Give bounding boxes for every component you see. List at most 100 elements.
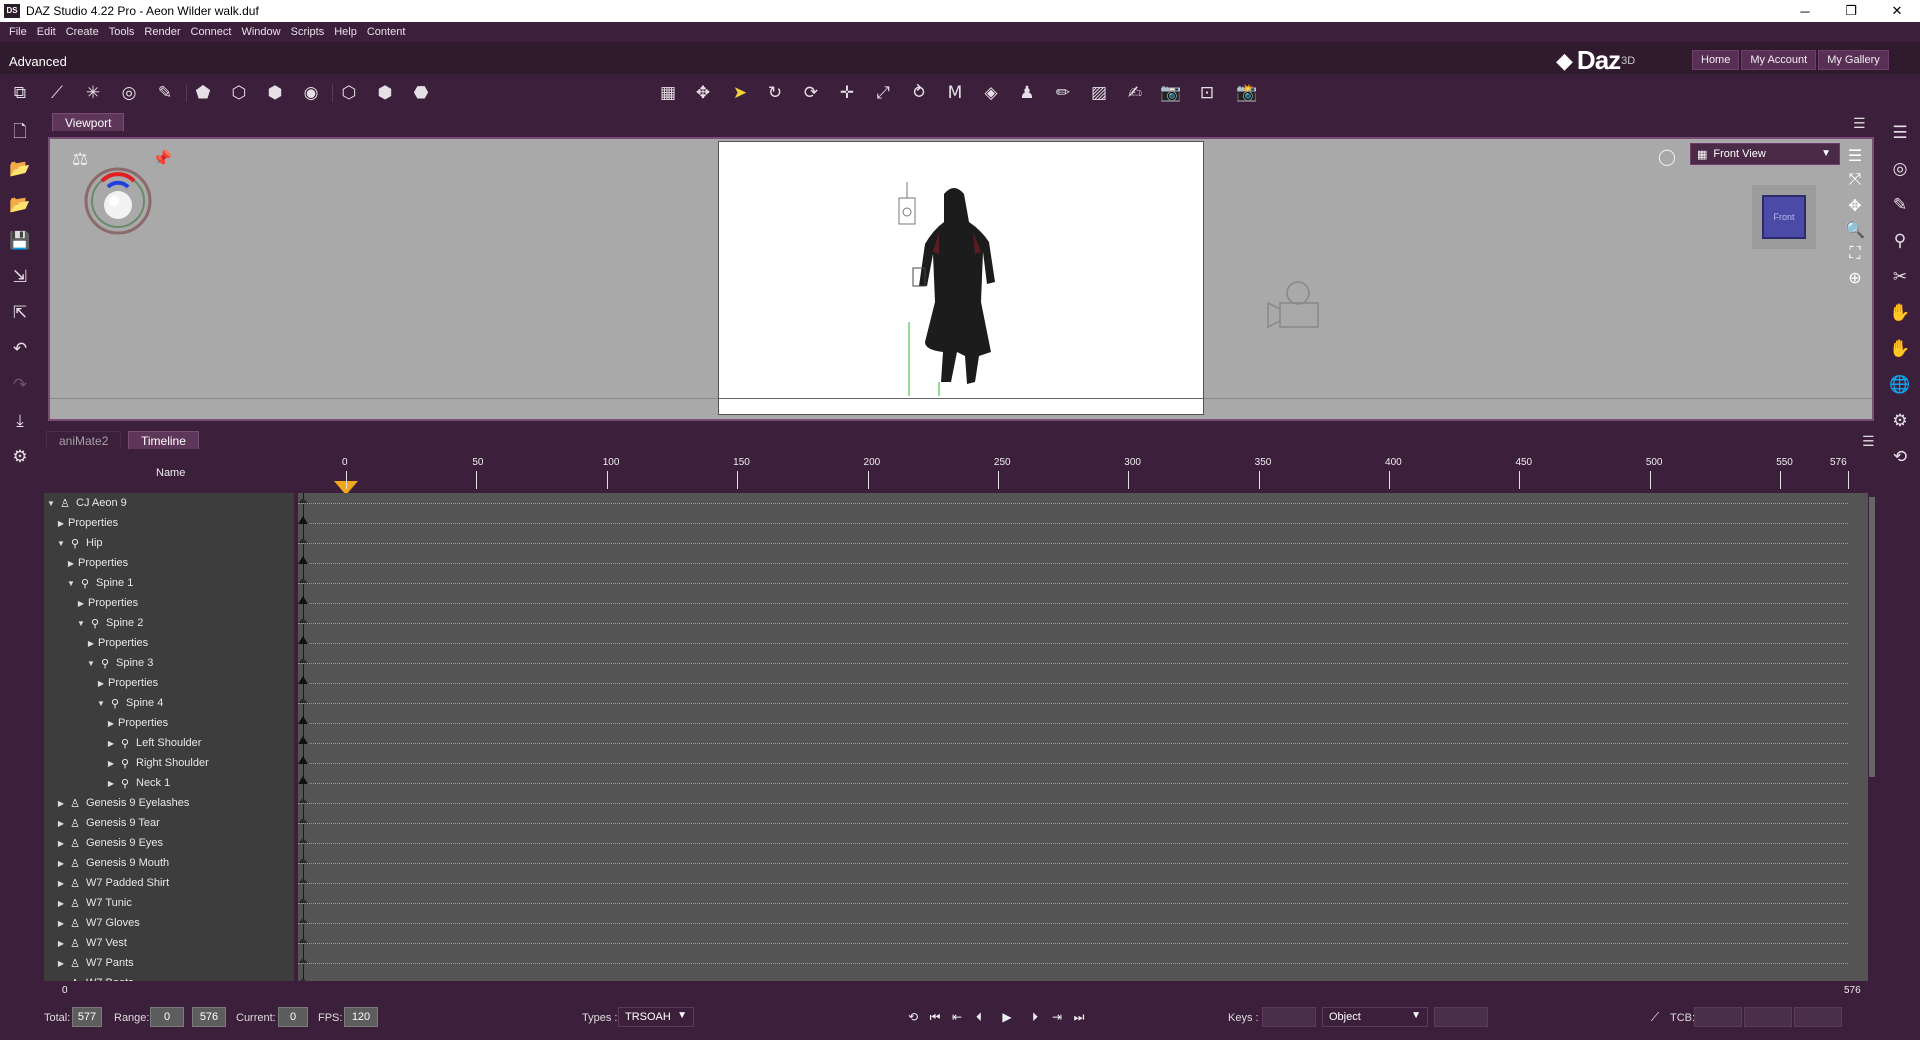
keyframe-marker[interactable] [298,618,308,623]
viewport-options-icon[interactable]: ☰ [1844,145,1866,167]
node-weight-map-icon[interactable]: ✳ [80,82,106,104]
tree-row[interactable]: ▶ Properties [44,713,168,733]
pane-list-icon[interactable]: ☰ [1887,120,1913,146]
keyframe-marker[interactable] [298,596,308,604]
universal-tool-icon[interactable]: ✥ [690,82,716,104]
current-frame-field[interactable]: 0 [278,1007,308,1027]
tree-row[interactable]: ▶ ♙ W7 Padded Shirt [44,873,169,893]
close-button[interactable]: ✕ [1874,0,1920,22]
shaping-pane-icon[interactable]: ✂ [1887,264,1913,290]
transform-geometry-icon[interactable]: ⬢ [262,82,288,104]
figure-morph-icon[interactable]: Ⅿ [942,82,968,104]
keyframe-marker[interactable] [298,498,308,503]
keyframe-marker[interactable] [298,798,308,803]
tree-row[interactable]: ▶ ⚲ Right Shoulder [44,753,209,773]
key-remove-button[interactable] [1434,1007,1488,1027]
menu-render[interactable]: Render [139,26,185,38]
tree-row[interactable]: ▶ ⚲ Neck 1 [44,773,170,793]
tree-row[interactable]: ▶ ♙ Genesis 9 Mouth [44,853,169,873]
keyframe-marker[interactable] [298,756,308,764]
translate-tool-icon[interactable]: ✛ [834,82,860,104]
zoom-tool-icon[interactable]: 🔍 [1844,219,1866,241]
expand-arrow-closed-icon[interactable]: ▶ [106,739,116,748]
keyframe-marker[interactable] [298,978,308,981]
export-icon[interactable]: ⇱ [7,300,33,326]
tree-row[interactable]: ▶♙ W7 Boots [44,973,134,981]
expand-arrow-closed-icon[interactable]: ▶ [66,559,76,568]
expand-arrow-open-icon[interactable]: ▼ [56,539,66,548]
timeline-range-scrollbar[interactable]: 0 576 [44,983,1876,999]
tree-row[interactable]: ▼ ⚲ Spine 2 [44,613,143,633]
expand-arrow-closed-icon[interactable]: ▶ [56,799,66,808]
menu-tools[interactable]: Tools [104,26,140,38]
expand-arrow-closed-icon[interactable]: ▶ [56,859,66,868]
pose-tool-icon[interactable]: ✎ [152,82,178,104]
expand-arrow-open-icon[interactable]: ▼ [96,699,106,708]
node-selection-icon[interactable]: ➤ [727,82,753,104]
keyframe-marker[interactable] [298,938,308,943]
region-navigator-icon[interactable]: ⬣ [408,82,434,104]
fps-field[interactable]: 120 [344,1007,378,1027]
measure-tool-icon[interactable]: ⊡ [1194,82,1220,104]
home-button[interactable]: Home [1692,50,1740,70]
geometry-editor-icon[interactable]: ⬟ [190,82,216,104]
my-gallery-button[interactable]: My Gallery [1818,50,1889,70]
expand-arrow-closed-icon[interactable]: ▶ [86,639,96,648]
scene-identification-icon[interactable]: ⧉ [7,82,33,104]
menu-file[interactable]: File [4,26,32,38]
keyframe-marker[interactable] [298,636,308,644]
rotate-tool-icon[interactable]: ↻ [762,82,788,104]
view-cube[interactable]: Front [1752,185,1816,249]
menu-help[interactable]: Help [329,26,362,38]
tree-row[interactable]: ▶ ⚲ Left Shoulder [44,733,202,753]
target-icon[interactable]: ◎ [1887,156,1913,182]
zoom-view-icon[interactable]: ◯ [1658,147,1676,167]
keyframe-marker[interactable] [298,878,308,883]
expand-arrow-closed-icon[interactable]: ▶ [56,919,66,928]
expand-arrow-closed-icon[interactable]: ▶ [96,679,106,688]
tree-row[interactable]: ▼ ♙ CJ Aeon 9 [44,493,127,513]
step-forward-icon[interactable]: ⏵ [1026,1008,1044,1026]
tree-row[interactable]: ▶ ♙ Genesis 9 Tear [44,813,160,833]
expand-arrow-closed-icon[interactable]: ▶ [56,819,66,828]
import-icon[interactable]: ⇲ [7,264,33,290]
expand-arrow-closed-icon[interactable]: ▶ [56,879,66,888]
active-pose-icon[interactable]: ◎ [116,82,142,104]
range-start-field[interactable]: 0 [150,1007,184,1027]
menu-content[interactable]: Content [362,26,411,38]
menu-create[interactable]: Create [61,26,104,38]
save-icon[interactable]: 💾 [7,228,33,254]
keyframe-marker[interactable] [298,776,308,784]
keyframe-marker[interactable] [298,698,308,703]
timeline-vertical-scrollbar[interactable] [1868,493,1876,981]
total-frames-field[interactable]: 577 [72,1007,102,1027]
expand-arrow-closed-icon[interactable]: ▶ [106,759,116,768]
scrollbar-thumb[interactable] [1869,497,1875,777]
tree-row[interactable]: ▼ ⚲ Spine 4 [44,693,163,713]
hand-pane-icon[interactable]: ✋ [1887,336,1913,362]
keyframe-marker[interactable] [298,918,308,923]
tree-row[interactable]: ▶ ♙ Genesis 9 Eyelashes [44,793,189,813]
new-scene-icon[interactable]: 🗋 [7,120,33,146]
polygon-group-icon[interactable]: ◉ [298,82,324,104]
aux-rotate-gizmo-icon[interactable] [80,163,156,239]
keyframe-marker[interactable] [298,736,308,744]
tree-row[interactable]: ▶ Properties [44,633,148,653]
keyframe-marker[interactable] [298,716,308,724]
step-back-icon[interactable]: ⏴ [970,1008,988,1026]
tree-row[interactable]: ▶ ♙ W7 Vest [44,933,127,953]
spot-render-icon[interactable]: ⬡ [336,82,362,104]
expand-arrow-open-icon[interactable]: ▼ [46,499,56,508]
tree-row[interactable]: ▶ ♙ W7 Tunic [44,893,132,913]
keyframe-marker[interactable] [298,676,308,684]
keyframe-tracks[interactable] [298,493,1868,981]
expand-arrow-open-icon[interactable]: ▼ [86,659,96,668]
drop-to-floor-icon[interactable]: ⤓ [7,408,33,434]
reset-view-icon[interactable]: ⊕ [1844,267,1866,289]
tree-row[interactable]: ▶ Properties [44,553,128,573]
tcb-continuity-field[interactable] [1744,1007,1792,1027]
keyframe-marker[interactable] [298,818,308,823]
open-scene-icon[interactable]: 📂 [7,156,33,182]
tree-row[interactable]: ▼ ⚲ Spine 3 [44,653,153,673]
keyframe-marker[interactable] [298,858,308,863]
